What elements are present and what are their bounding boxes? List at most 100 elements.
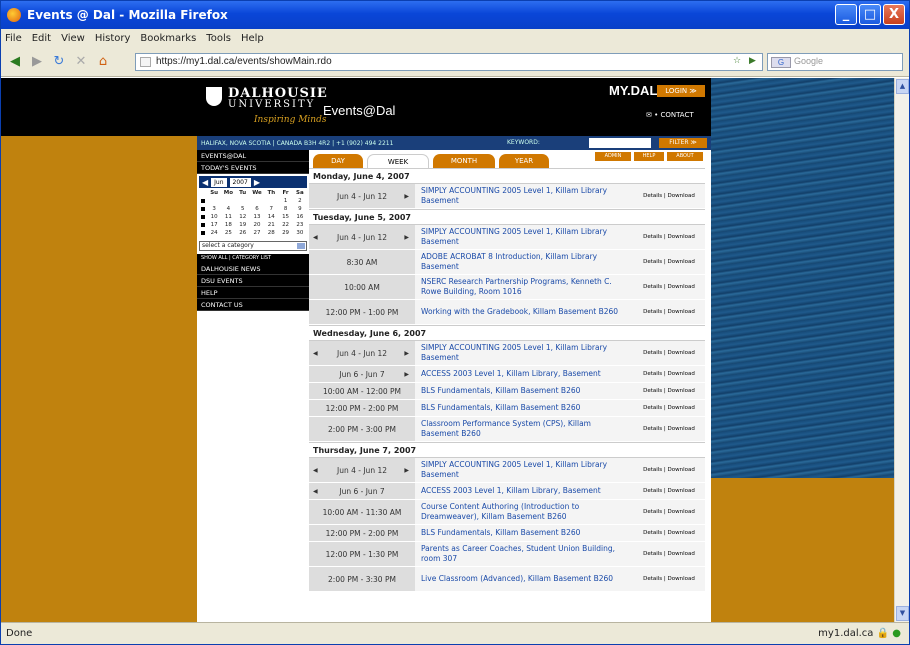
event-title-link[interactable]: Parents as Career Coaches, Student Union… bbox=[415, 542, 633, 566]
calendar-day[interactable]: 24 bbox=[207, 230, 221, 236]
maximize-button[interactable]: □ bbox=[859, 4, 881, 25]
prev-day-icon[interactable]: ◀ bbox=[313, 467, 318, 474]
next-day-icon[interactable]: ▶ bbox=[404, 350, 409, 357]
calendar-day[interactable]: 8 bbox=[278, 206, 292, 212]
menu-tools[interactable]: Tools bbox=[206, 33, 231, 44]
login-button[interactable]: LOGIN ≫ bbox=[657, 85, 705, 97]
week-marker-icon[interactable] bbox=[201, 231, 205, 235]
home-icon[interactable]: ⌂ bbox=[95, 54, 111, 70]
event-title-link[interactable]: Course Content Authoring (Introduction t… bbox=[415, 500, 633, 524]
category-links[interactable]: SHOW ALL | CATEGORY LIST bbox=[197, 254, 309, 263]
sidebar-item-news[interactable]: DALHOUSIE NEWS bbox=[197, 263, 309, 275]
calendar-day[interactable] bbox=[236, 198, 250, 204]
calendar-day[interactable]: 5 bbox=[236, 206, 250, 212]
event-title-link[interactable]: BLS Fundamentals, Killam Basement B260 bbox=[415, 383, 633, 399]
vertical-scrollbar[interactable]: ▲ ▼ bbox=[894, 78, 909, 622]
event-title-link[interactable]: Classroom Performance System (CPS), Kill… bbox=[415, 417, 633, 441]
prev-month-icon[interactable]: ◀ bbox=[202, 178, 208, 187]
scroll-down-icon[interactable]: ▼ bbox=[896, 606, 909, 621]
calendar-day[interactable]: 22 bbox=[278, 222, 292, 228]
calendar-day[interactable] bbox=[207, 198, 221, 204]
go-icon[interactable]: ▶ bbox=[749, 56, 763, 68]
calendar-day[interactable]: 20 bbox=[250, 222, 264, 228]
prev-day-icon[interactable]: ◀ bbox=[313, 488, 318, 495]
sidebar-item-help[interactable]: HELP bbox=[197, 287, 309, 299]
details-download-link[interactable]: Details | Download bbox=[633, 458, 705, 482]
close-button[interactable]: X bbox=[883, 4, 905, 25]
calendar-day[interactable]: 23 bbox=[293, 222, 307, 228]
tab-year[interactable]: YEAR bbox=[499, 154, 549, 168]
calendar-day[interactable]: 3 bbox=[207, 206, 221, 212]
menu-edit[interactable]: Edit bbox=[32, 33, 51, 44]
event-title-link[interactable]: BLS Fundamentals, Killam Basement B260 bbox=[415, 525, 633, 541]
week-marker-icon[interactable] bbox=[201, 215, 205, 219]
calendar-day[interactable]: 6 bbox=[250, 206, 264, 212]
about-button[interactable]: ABOUT bbox=[667, 152, 703, 161]
next-day-icon[interactable]: ▶ bbox=[404, 467, 409, 474]
menu-bookmarks[interactable]: Bookmarks bbox=[140, 33, 196, 44]
calendar-day[interactable]: 29 bbox=[278, 230, 292, 236]
sidebar-item-dsu[interactable]: DSU EVENTS bbox=[197, 275, 309, 287]
admin-button[interactable]: ADMIN bbox=[595, 152, 631, 161]
calendar-day[interactable]: 19 bbox=[236, 222, 250, 228]
details-download-link[interactable]: Details | Download bbox=[633, 400, 705, 416]
next-day-icon[interactable]: ▶ bbox=[404, 234, 409, 241]
week-marker-icon[interactable] bbox=[201, 199, 205, 203]
details-download-link[interactable]: Details | Download bbox=[633, 300, 705, 324]
next-day-icon[interactable]: ▶ bbox=[404, 371, 409, 378]
search-input[interactable]: G Google bbox=[767, 53, 903, 71]
details-download-link[interactable]: Details | Download bbox=[633, 184, 705, 208]
search-engine-icon[interactable]: G bbox=[771, 57, 791, 68]
filter-button[interactable]: FILTER ≫ bbox=[659, 138, 707, 148]
calendar-day[interactable]: 14 bbox=[264, 214, 278, 220]
details-download-link[interactable]: Details | Download bbox=[633, 500, 705, 524]
details-download-link[interactable]: Details | Download bbox=[633, 341, 705, 365]
calendar-day[interactable]: 13 bbox=[250, 214, 264, 220]
calendar-day[interactable]: 25 bbox=[221, 230, 235, 236]
calendar-day[interactable]: 7 bbox=[264, 206, 278, 212]
calendar-day[interactable]: 17 bbox=[207, 222, 221, 228]
calendar-day[interactable]: 27 bbox=[250, 230, 264, 236]
menu-help[interactable]: Help bbox=[241, 33, 264, 44]
week-marker-icon[interactable] bbox=[201, 223, 205, 227]
sidebar-item-today[interactable]: TODAY'S EVENTS bbox=[197, 162, 309, 174]
menu-view[interactable]: View bbox=[61, 33, 85, 44]
calendar-day[interactable]: 26 bbox=[236, 230, 250, 236]
calendar-day[interactable]: 28 bbox=[264, 230, 278, 236]
stop-icon[interactable]: ✕ bbox=[73, 54, 89, 70]
details-download-link[interactable]: Details | Download bbox=[633, 542, 705, 566]
details-download-link[interactable]: Details | Download bbox=[633, 225, 705, 249]
calendar-day[interactable]: 2 bbox=[293, 198, 307, 204]
sidebar-item-contact[interactable]: CONTACT US bbox=[197, 299, 309, 311]
minimize-button[interactable]: _ bbox=[835, 4, 857, 25]
calendar-day[interactable]: 15 bbox=[278, 214, 292, 220]
event-title-link[interactable]: NSERC Research Partnership Programs, Ken… bbox=[415, 275, 633, 299]
event-title-link[interactable]: Live Classroom (Advanced), Killam Baseme… bbox=[415, 567, 633, 591]
prev-day-icon[interactable]: ◀ bbox=[313, 234, 318, 241]
week-marker-icon[interactable] bbox=[201, 207, 205, 211]
scroll-up-icon[interactable]: ▲ bbox=[896, 79, 909, 94]
category-select[interactable]: select a category bbox=[199, 241, 307, 251]
sidebar-item-events[interactable]: EVENTS@DAL bbox=[197, 150, 309, 162]
details-download-link[interactable]: Details | Download bbox=[633, 483, 705, 499]
details-download-link[interactable]: Details | Download bbox=[633, 567, 705, 591]
calendar-day[interactable] bbox=[250, 198, 264, 204]
keyword-input[interactable] bbox=[589, 138, 651, 148]
tab-month[interactable]: MONTH bbox=[433, 154, 495, 168]
calendar-day[interactable] bbox=[221, 198, 235, 204]
back-icon[interactable]: ◀ bbox=[7, 54, 23, 70]
details-download-link[interactable]: Details | Download bbox=[633, 525, 705, 541]
next-day-icon[interactable]: ▶ bbox=[404, 193, 409, 200]
details-download-link[interactable]: Details | Download bbox=[633, 417, 705, 441]
event-title-link[interactable]: BLS Fundamentals, Killam Basement B260 bbox=[415, 400, 633, 416]
calendar-day[interactable]: 30 bbox=[293, 230, 307, 236]
month-select[interactable]: Jun bbox=[211, 177, 227, 187]
menu-history[interactable]: History bbox=[95, 33, 131, 44]
event-title-link[interactable]: SIMPLY ACCOUNTING 2005 Level 1, Killam L… bbox=[415, 341, 633, 365]
bookmark-star-icon[interactable]: ☆ bbox=[733, 56, 747, 68]
forward-icon[interactable]: ▶ bbox=[29, 54, 45, 70]
event-title-link[interactable]: SIMPLY ACCOUNTING 2005 Level 1, Killam L… bbox=[415, 225, 633, 249]
next-month-icon[interactable]: ▶ bbox=[254, 178, 260, 187]
event-title-link[interactable]: ACCESS 2003 Level 1, Killam Library, Bas… bbox=[415, 483, 633, 499]
calendar-day[interactable]: 21 bbox=[264, 222, 278, 228]
